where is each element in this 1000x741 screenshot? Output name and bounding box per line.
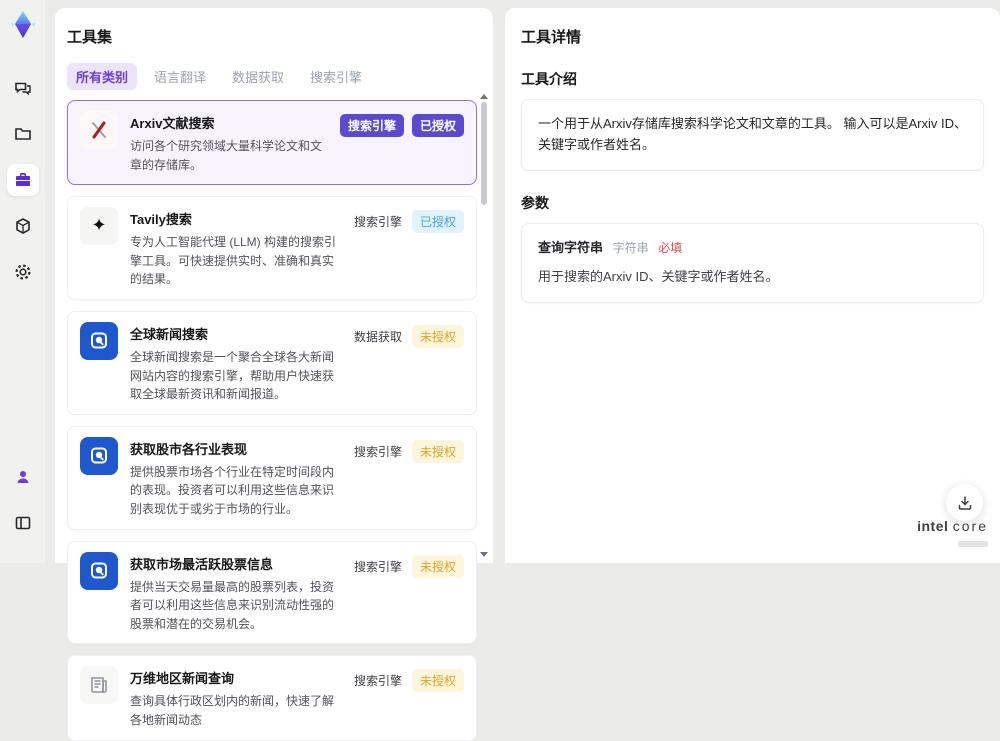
tab-1[interactable]: 语言翻译 [145,63,215,90]
tool-name: Tavily搜索 [130,209,340,228]
list-scrollbar[interactable] [480,94,488,557]
tool-card[interactable]: 万维地区新闻查询 查询具体行政区划内的新闻，快速了解各地新闻动态 搜索引擎 未授… [67,655,477,740]
toolbox-icon[interactable] [7,164,39,196]
category-badge: 搜索引擎 [352,555,404,578]
toolset-panel: 工具集 所有类别语言翻译数据获取搜索引擎 Arxiv文献搜索 访问各个研究领域大… [55,8,493,563]
download-icon [956,494,974,512]
tool-description: 全球新闻搜索是一个聚合全球各大新闻网站内容的搜索引擎，帮助用户快速获取全球最新资… [130,348,340,404]
tool-name: 获取市场最活跃股票信息 [130,554,340,573]
detail-title: 工具详情 [505,8,1000,47]
intel-core-logo: intel core [917,519,988,551]
tavily-icon: ✦ [80,207,118,245]
scroll-down-icon[interactable] [480,552,488,557]
cube-icon[interactable] [7,210,39,242]
tool-name: Arxiv文献搜索 [130,113,328,132]
tool-list: Arxiv文献搜索 访问各个研究领域大量科学论文和文章的存储库。 搜索引擎 已授… [55,100,493,741]
download-button[interactable] [946,484,983,521]
scroll-up-icon[interactable] [480,94,488,99]
scrollbar-thumb[interactable] [481,102,487,205]
category-tabs: 所有类别语言翻译数据获取搜索引擎 [55,47,493,100]
category-badge: 搜索引擎 [352,669,404,692]
tool-card[interactable]: 全球新闻搜索 全球新闻搜索是一个聚合全球各大新闻网站内容的搜索引擎，帮助用户快速… [67,311,477,415]
app-rail [0,0,45,563]
app-logo-icon[interactable] [6,8,40,42]
newspaper-icon [80,666,118,704]
tool-name: 万维地区新闻查询 [130,668,340,687]
intel-wordmark: intel [917,518,948,534]
settings-gear-icon[interactable] [7,256,39,288]
tool-name: 获取股市各行业表现 [130,439,340,458]
intro-card: 一个用于从Arxiv存储库搜索科学论文和文章的工具。 输入可以是Arxiv ID… [521,99,984,171]
auth-status-badge: 已授权 [412,114,464,137]
core-wordmark: core [953,518,988,534]
collapse-panel-icon[interactable] [7,507,39,539]
params-heading: 参数 [505,171,1000,223]
intro-heading: 工具介绍 [505,47,1000,99]
param-name: 查询字符串 [538,240,603,255]
tool-description: 提供股票市场各个行业在特定时间段内的表现。投资者可以利用这些信息来识别表现优于或… [130,463,340,519]
tool-detail-panel: 工具详情 工具介绍 一个用于从Arxiv存储库搜索科学论文和文章的工具。 输入可… [505,8,1000,563]
tab-2[interactable]: 数据获取 [223,63,293,90]
tool-description: 查询具体行政区划内的新闻，快速了解各地新闻动态 [130,692,340,729]
param-type: 字符串 [613,241,649,255]
tool-card[interactable]: 获取股市各行业表现 提供股票市场各个行业在特定时间段内的表现。投资者可以利用这些… [67,426,477,530]
tool-description: 访问各个研究领域大量科学论文和文章的存储库。 [130,137,328,174]
category-badge: 搜索引擎 [340,114,404,137]
auth-status-badge: 未授权 [412,555,464,578]
tab-0[interactable]: 所有类别 [67,63,137,90]
intro-text: 一个用于从Arxiv存储库搜索科学论文和文章的工具。 输入可以是Arxiv ID… [538,116,967,152]
param-required-badge: 必填 [658,241,682,255]
toolset-title: 工具集 [55,8,493,47]
tool-card[interactable]: Arxiv文献搜索 访问各个研究领域大量科学论文和文章的存储库。 搜索引擎 已授… [67,100,477,185]
auth-status-badge: 未授权 [412,669,464,692]
tab-3[interactable]: 搜索引擎 [301,63,371,90]
tool-name: 全球新闻搜索 [130,324,340,343]
stock-blue-icon [80,552,118,590]
auth-status-badge: 未授权 [412,440,464,463]
category-badge: 搜索引擎 [352,440,404,463]
folder-icon[interactable] [7,118,39,150]
category-badge: 数据获取 [352,325,404,348]
category-badge: 搜索引擎 [352,210,404,233]
tool-description: 提供当天交易量最高的股票列表，投资者可以利用这些信息来识别流动性强的股票和潜在的… [130,578,340,634]
tool-card[interactable]: ✦ Tavily搜索 专为人工智能代理 (LLM) 构建的搜索引擎工具。可快速提… [67,196,477,300]
chat-icon[interactable] [7,72,39,104]
auth-status-badge: 已授权 [412,210,464,233]
auth-status-badge: 未授权 [412,325,464,348]
intel-logo-bar [958,541,988,547]
arxiv-icon [80,111,118,149]
tool-description: 专为人工智能代理 (LLM) 构建的搜索引擎工具。可快速提供实时、准确和真实的结… [130,233,340,289]
stock-blue-icon [80,437,118,475]
param-desc: 用于搜索的Arxiv ID、关键字或作者姓名。 [538,267,967,288]
param-card: 查询字符串 字符串 必填 用于搜索的Arxiv ID、关键字或作者姓名。 [521,223,984,304]
news-blue-icon [80,322,118,360]
tool-card[interactable]: 获取市场最活跃股票信息 提供当天交易量最高的股票列表，投资者可以利用这些信息来识… [67,541,477,645]
user-avatar-icon[interactable] [7,461,39,493]
